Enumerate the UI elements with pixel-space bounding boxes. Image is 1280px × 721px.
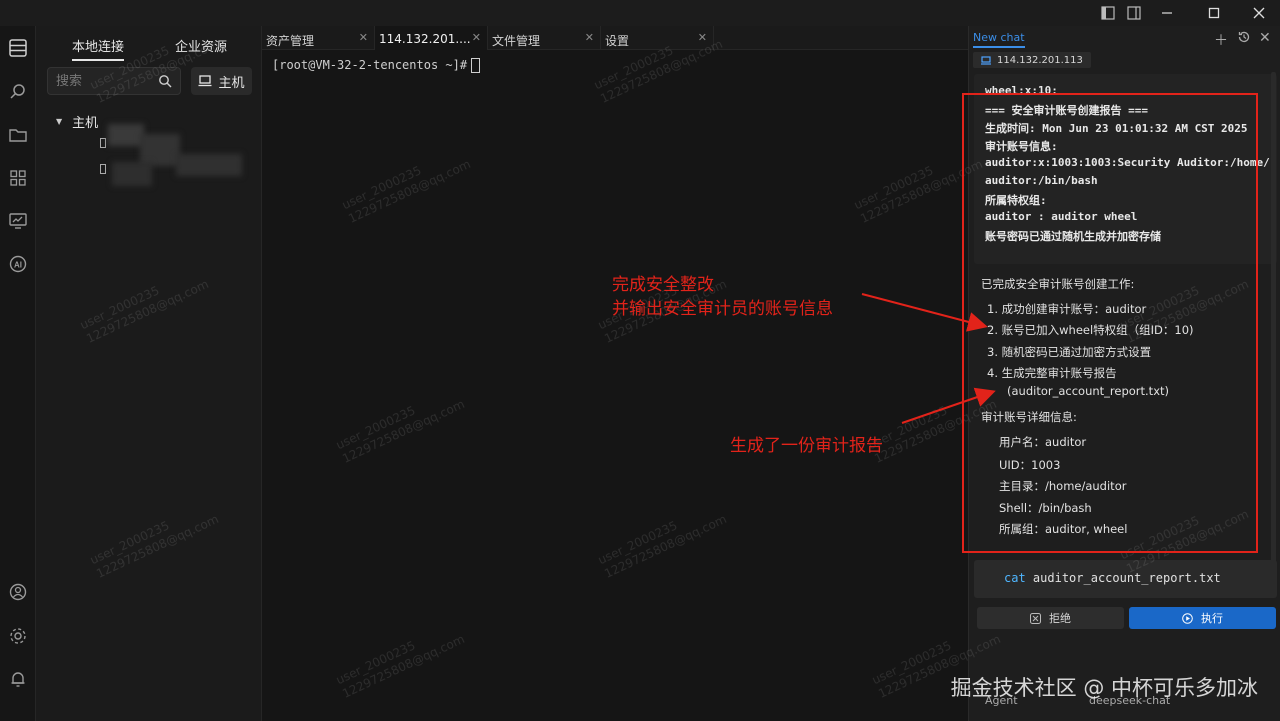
suggested-command[interactable]: cat auditor_account_report.txt	[974, 560, 1277, 598]
tab-enterprise-resources[interactable]: 企业资源	[175, 36, 227, 55]
close-icon[interactable]: ✕	[585, 31, 594, 44]
close-icon[interactable]: ✕	[1259, 30, 1271, 46]
redacted-hostname	[112, 162, 152, 186]
detail-item: 所属组：auditor, wheel	[999, 522, 1128, 536]
terminal-prompt: [root@VM-32-2-tencentos ~]#	[272, 58, 468, 72]
close-icon[interactable]: ✕	[359, 31, 368, 44]
execute-label: 执行	[1201, 612, 1223, 625]
ai-chat-panel: New chat ＋ ✕ 114.132.201.113 wheel:x:10:…	[968, 26, 1280, 721]
detail-item: 用户名：auditor	[999, 435, 1087, 449]
step-item: 2. 账号已加入wheel特权组（组ID：10)	[987, 323, 1194, 337]
reject-button[interactable]: 拒绝	[977, 607, 1124, 629]
output-line: 审计账号信息:	[985, 140, 1058, 153]
tree-root-hosts[interactable]: ▼ 主机	[56, 112, 98, 131]
apps-icon[interactable]	[8, 168, 28, 188]
redacted-hostname	[176, 154, 242, 176]
step-item: 3. 随机密码已通过加密方式设置	[987, 345, 1152, 359]
annotation-text: 生成了一份审计报告	[730, 436, 883, 456]
redacted-hostname	[108, 124, 144, 146]
minimize-icon[interactable]	[1148, 0, 1186, 26]
command-keyword: cat	[1004, 571, 1026, 585]
ai-icon[interactable]: AI	[8, 254, 28, 274]
tree-root-label: 主机	[72, 116, 99, 131]
reject-label: 拒绝	[1049, 612, 1071, 625]
search-icon[interactable]	[8, 82, 28, 102]
tab-settings[interactable]: 设置 ✕	[601, 26, 714, 50]
laptop-icon	[198, 75, 212, 87]
user-icon[interactable]	[8, 582, 28, 602]
server-chip[interactable]: 114.132.201.113	[973, 52, 1091, 68]
command-text: cat auditor_account_report.txt	[1004, 571, 1221, 585]
close-icon[interactable]	[1240, 0, 1278, 26]
terminal-prompt-line: [root@VM-32-2-tencentos ~]#	[272, 58, 481, 73]
server-address: 114.132.201.113	[997, 54, 1083, 66]
history-icon[interactable]	[1237, 30, 1251, 48]
editor-tab-bar: 资产管理 ✕ 114.132.201.... ✕ 文件管理 ✕ 设置 ✕	[262, 26, 968, 50]
command-output-block: wheel:x:10: === 安全审计账号创建报告 === 生成时间: Mon…	[974, 74, 1277, 264]
search-input[interactable]	[56, 72, 146, 90]
output-line: 所属特权组:	[985, 194, 1047, 207]
bell-icon[interactable]	[8, 669, 28, 689]
close-icon[interactable]: ✕	[472, 31, 481, 44]
tab-label: 资产管理	[266, 34, 315, 48]
maximize-icon[interactable]	[1195, 0, 1233, 26]
step-item: 1. 成功创建审计账号：auditor	[987, 302, 1147, 316]
details-title: 审计账号详细信息:	[981, 410, 1077, 424]
tab-label: 文件管理	[492, 34, 541, 48]
host-button-label: 主机	[218, 75, 245, 91]
title-bar	[0, 0, 1280, 26]
detail-item: Shell：/bin/bash	[999, 501, 1092, 515]
chat-scrollbar[interactable]	[1271, 72, 1276, 592]
output-line: 账号密码已通过随机生成并加密存储	[985, 230, 1161, 243]
detail-item: UID：1003	[999, 458, 1061, 472]
search-icon[interactable]	[158, 74, 172, 88]
app-window: AI 本地连接 企业资源 主机 ▼ 主机	[0, 0, 1280, 721]
annotation-text: 完成安全整改	[612, 275, 714, 295]
output-line: auditor:x:1003:1003:Security Auditor:/ho…	[985, 156, 1270, 169]
tab-ssh-session[interactable]: 114.132.201.... ✕	[375, 26, 488, 50]
folder-icon[interactable]	[8, 125, 28, 145]
search-box[interactable]	[47, 67, 181, 95]
laptop-icon	[981, 55, 991, 65]
close-icon[interactable]: ✕	[698, 31, 707, 44]
tab-asset-management[interactable]: 资产管理 ✕	[262, 26, 375, 50]
host-button[interactable]: 主机	[191, 67, 252, 95]
activity-bar: AI	[0, 26, 36, 721]
terminal[interactable]: [root@VM-32-2-tencentos ~]#	[262, 50, 968, 721]
output-line: auditor:/bin/bash	[985, 174, 1098, 187]
gear-icon[interactable]	[8, 626, 28, 646]
server-icon	[100, 138, 106, 148]
execute-button[interactable]: 执行	[1129, 607, 1276, 629]
terminal-cursor	[471, 58, 481, 73]
annotation-text: 并输出安全审计员的账号信息	[612, 299, 833, 319]
tab-local-connections[interactable]: 本地连接	[72, 36, 125, 61]
caret-down-icon[interactable]: ▼	[56, 117, 62, 126]
tab-file-management[interactable]: 文件管理 ✕	[488, 26, 601, 50]
add-chat-icon[interactable]: ＋	[1214, 30, 1228, 50]
svg-text:AI: AI	[14, 261, 22, 270]
detail-item: 主目录：/home/auditor	[999, 479, 1127, 493]
command-argument: auditor_account_report.txt	[1032, 571, 1221, 585]
sidebar: 本地连接 企业资源 主机 ▼ 主机	[36, 26, 262, 721]
output-line: wheel:x:10:	[985, 84, 1058, 97]
tree-item-host-1[interactable]	[100, 138, 106, 148]
step-item-filename: (auditor_account_report.txt)	[1007, 384, 1169, 398]
hosts-list-icon[interactable]	[8, 38, 28, 58]
summary-title: 已完成安全审计账号创建工作:	[981, 277, 1135, 291]
site-watermark: 掘金技术社区 @ 中杯可乐多加冰	[950, 676, 1258, 700]
monitor-icon[interactable]	[8, 211, 28, 231]
output-line: auditor : auditor wheel	[985, 210, 1138, 223]
step-item: 4. 生成完整审计账号报告	[987, 366, 1117, 380]
tree-item-host-2[interactable]	[100, 164, 106, 174]
play-icon	[1182, 612, 1193, 624]
tab-new-chat[interactable]: New chat	[973, 31, 1025, 48]
server-icon	[100, 164, 106, 174]
output-line: === 安全审计账号创建报告 ===	[985, 104, 1148, 117]
tab-label: 114.132.201....	[379, 32, 471, 46]
output-line: 生成时间: Mon Jun 23 01:01:32 AM CST 2025	[985, 122, 1248, 135]
reject-icon	[1030, 612, 1041, 624]
tab-label: 设置	[605, 34, 630, 48]
